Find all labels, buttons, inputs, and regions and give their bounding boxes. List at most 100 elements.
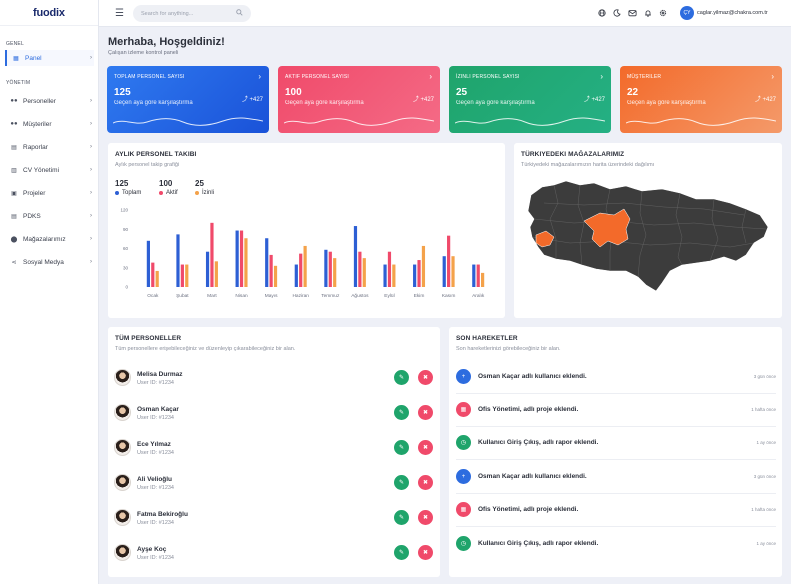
bar-i̇zinli-ocak[interactable] (155, 270, 159, 287)
remove-user-button[interactable]: ✖ (418, 510, 433, 525)
bell-icon[interactable] (644, 9, 652, 19)
bar-i̇zinli-aralık[interactable] (481, 272, 485, 287)
bar-toplam-ekim[interactable] (413, 264, 417, 287)
sidebar-item-magazalarimiz[interactable]: ⬤ Mağazalarımız › (5, 231, 94, 247)
remove-user-button[interactable]: ✖ (418, 405, 433, 420)
bar-toplam-şubat[interactable] (176, 234, 180, 287)
bar-i̇zinli-nisan[interactable] (244, 238, 248, 287)
sidebar-item-sosyal-medya[interactable]: ⋖ Sosyal Medya › (5, 254, 94, 270)
staff-row[interactable]: Melisa Durmaz User ID: #1234 ✎ ✖ (114, 369, 434, 389)
stat-card-on-leave-staff[interactable]: İzinli Personel Sayısı › 25 Geçen aya gö… (449, 66, 611, 133)
globe-icon[interactable] (598, 9, 606, 19)
bar-aktif-temmuz[interactable] (328, 251, 332, 287)
remove-user-button[interactable]: ✖ (418, 370, 433, 385)
staff-row[interactable]: Ayşe Koç User ID: #1234 ✎ ✖ (114, 544, 434, 564)
sidebar-item-personeller[interactable]: ●● Personeller › (5, 93, 94, 109)
bar-toplam-haziran[interactable] (294, 264, 298, 287)
stat-label: Aktif Personel Sayısı (285, 74, 349, 80)
sidebar-item-musteriler[interactable]: ●● Müşteriler › (5, 116, 94, 132)
activity-time: 1 hafta önce (751, 407, 776, 412)
remove-user-button[interactable]: ✖ (418, 475, 433, 490)
turkey-map[interactable] (514, 143, 782, 318)
bar-i̇zinli-kasım[interactable] (451, 256, 455, 287)
bar-toplam-mart[interactable] (205, 251, 210, 287)
activity-text: Kullanıcı Giriş Çıkış, adlı rapor eklend… (478, 540, 599, 547)
recent-activity-panel: Son Hareketler Son hareketlerinizi göreb… (449, 327, 782, 577)
chevron-right-icon: › (90, 144, 92, 150)
document-icon: ▥ (11, 167, 17, 174)
moon-icon[interactable] (613, 9, 621, 19)
bar-i̇zinli-ekim[interactable] (421, 245, 426, 287)
search-icon[interactable] (236, 9, 243, 18)
bar-aktif-eylül[interactable] (387, 251, 392, 287)
edit-button[interactable]: ✎ (394, 510, 409, 525)
sidebar-item-cv-yonetimi[interactable]: ▥ CV Yönetimi › (5, 162, 94, 178)
bar-toplam-kasım[interactable] (442, 256, 446, 287)
activity-item[interactable]: + Osman Kaçar adlı kullanıcı eklendi. 3 … (456, 361, 776, 394)
staff-row[interactable]: Osman Kaçar User ID: #1234 ✎ ✖ (114, 404, 434, 424)
bar-toplam-temmuz[interactable] (324, 249, 328, 287)
bar-aktif-ağustos[interactable] (358, 251, 362, 287)
user-minus-icon: ✖ (422, 445, 429, 451)
bar-toplam-ağustos[interactable] (353, 226, 358, 287)
gear-icon[interactable] (659, 9, 667, 19)
bar-i̇zinli-haziran[interactable] (303, 245, 307, 287)
activity-item[interactable]: ▦ Ofis Yönetimi, adlı proje eklendi. 1 h… (456, 494, 776, 527)
bar-aktif-şubat[interactable] (180, 264, 184, 287)
sidebar-item-projeler[interactable]: ▣ Projeler › (5, 185, 94, 201)
bar-toplam-eylül[interactable] (383, 264, 387, 287)
bar-aktif-nisan[interactable] (239, 230, 244, 287)
avatar[interactable]: ÇY (680, 6, 694, 20)
remove-user-button[interactable]: ✖ (418, 545, 433, 560)
sidebar-item-label: PDKS (23, 212, 41, 220)
bar-toplam-ocak[interactable] (146, 240, 150, 287)
edit-button[interactable]: ✎ (394, 370, 409, 385)
sidebar-item-pdks[interactable]: ▤ PDKS › (5, 208, 94, 224)
bar-toplam-aralık[interactable] (472, 264, 476, 287)
search-input[interactable] (133, 5, 251, 22)
staff-row[interactable]: Ali Velioğlu User ID: #1234 ✎ ✖ (114, 474, 434, 494)
bar-aktif-mayıs[interactable] (269, 254, 273, 287)
bar-i̇zinli-şubat[interactable] (185, 264, 189, 287)
sidebar-item-raporlar[interactable]: ▤ Raporlar › (5, 139, 94, 155)
activity-item[interactable]: ◷ Kullanıcı Giriş Çıkış, adlı rapor ekle… (456, 528, 776, 561)
sidebar-item-panel[interactable]: ▦ Panel › (5, 50, 94, 66)
edit-button[interactable]: ✎ (394, 475, 409, 490)
bar-i̇zinli-eylül[interactable] (392, 264, 396, 287)
activity-item[interactable]: ◷ Kullanıcı Giriş Çıkış, adlı rapor ekle… (456, 427, 776, 460)
stat-card-active-staff[interactable]: Aktif Personel Sayısı › 100 Geçen aya gö… (278, 66, 440, 133)
activity-item[interactable]: + Osman Kaçar adlı kullanıcı eklendi. 3 … (456, 461, 776, 494)
bar-toplam-nisan[interactable] (235, 230, 239, 287)
logo[interactable]: fuodix (0, 0, 98, 26)
page-subtitle: Çalışan izleme kontrol paneli (108, 50, 179, 56)
user-email[interactable]: caglar.yilmaz@chakra.com.tr (697, 10, 768, 16)
sidebar-item-label: Mağazalarımız (23, 235, 66, 243)
stat-label: İzinli Personel Sayısı (456, 74, 520, 80)
remove-user-button[interactable]: ✖ (418, 440, 433, 455)
bar-aktif-aralık[interactable] (476, 264, 480, 287)
staff-row[interactable]: Fatma Bekiroğlu User ID: #1234 ✎ ✖ (114, 509, 434, 529)
bar-i̇zinli-mart[interactable] (214, 261, 218, 287)
stat-card-total-staff[interactable]: Toplam Personel Sayısı › 125 Geçen aya g… (107, 66, 269, 133)
bar-aktif-mart[interactable] (210, 222, 214, 287)
bar-aktif-kasım[interactable] (447, 235, 451, 287)
menu-icon[interactable]: ☰ (115, 8, 124, 19)
bar-aktif-ocak[interactable] (151, 262, 155, 287)
staff-user-id: User ID: #1234 (137, 555, 174, 561)
bar-i̇zinli-mayıs[interactable] (273, 265, 278, 287)
edit-button[interactable]: ✎ (394, 405, 409, 420)
staff-row[interactable]: Ece Yılmaz User ID: #1234 ✎ ✖ (114, 439, 434, 459)
bar-toplam-mayıs[interactable] (265, 238, 269, 287)
stat-value: 22 (627, 87, 639, 98)
activity-text: Ofis Yönetimi, adlı proje eklendi. (478, 506, 579, 513)
edit-button[interactable]: ✎ (394, 440, 409, 455)
stat-value: 25 (456, 87, 468, 98)
bar-i̇zinli-ağustos[interactable] (362, 258, 366, 287)
bar-aktif-ekim[interactable] (417, 260, 421, 287)
mail-icon[interactable] (628, 9, 637, 19)
edit-button[interactable]: ✎ (394, 545, 409, 560)
activity-item[interactable]: ▦ Ofis Yönetimi, adlı proje eklendi. 1 h… (456, 394, 776, 427)
bar-aktif-haziran[interactable] (299, 253, 303, 287)
stat-card-customers[interactable]: Müşteriler › 22 Geçen aya göre karşılaşt… (620, 66, 782, 133)
bar-i̇zinli-temmuz[interactable] (333, 258, 337, 287)
